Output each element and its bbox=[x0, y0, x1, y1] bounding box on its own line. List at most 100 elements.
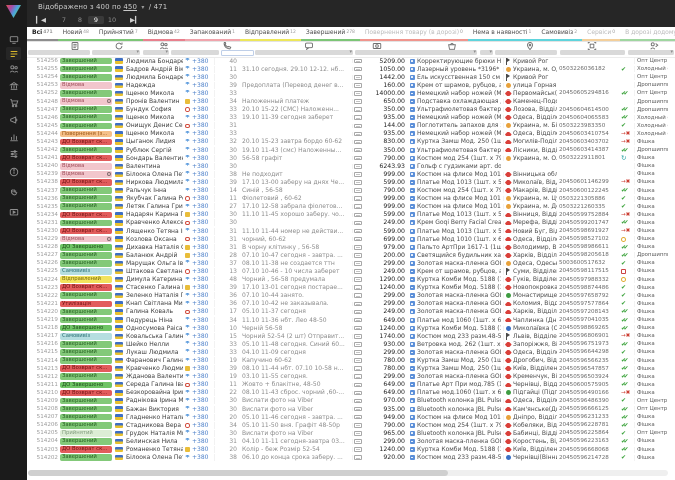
tracking-number[interactable]: 0503223983350 bbox=[559, 123, 621, 129]
product-name[interactable]: Пальто АртПри 1617-1 (1шт. х 9... bbox=[417, 244, 501, 251]
client-name[interactable]: Стадникова Вера В... bbox=[126, 422, 183, 429]
order-status-badge[interactable]: Завершений bbox=[60, 147, 112, 154]
displayed-range-value[interactable]: 450 bbox=[123, 3, 137, 11]
video-icon[interactable] bbox=[6, 205, 21, 218]
product-name[interactable]: Ветровка мод. 262 (1шт. х 930.... bbox=[417, 341, 501, 348]
order-status-badge[interactable]: ДО Возврат ск... bbox=[60, 212, 112, 219]
product-name[interactable]: Bluetooth колонка JBL Pulse 3 (... bbox=[417, 430, 501, 437]
order-row[interactable]: 514246ЗавершенийІщенко Микола*+3803319.1… bbox=[28, 114, 675, 122]
tracking-number[interactable]: 20450596225864 bbox=[559, 430, 621, 436]
delivery-city[interactable]: Одеса, Відділен... bbox=[513, 349, 557, 356]
order-row[interactable]: 514242ЗавершенийРублюк Сергій*+3803019.1… bbox=[28, 146, 675, 154]
delivery-city[interactable]: Вінницька обл. ... bbox=[513, 171, 557, 178]
orders-list-icon[interactable] bbox=[6, 47, 21, 60]
delivery-city[interactable]: Украина, м. Оде... bbox=[513, 66, 557, 73]
manager-note[interactable]: 07.10 10-44 занято. bbox=[242, 292, 352, 299]
delivery-city[interactable]: Бабинці, Відділ... bbox=[513, 430, 557, 437]
delivery-city[interactable]: Вінниця, Відділ... bbox=[513, 211, 557, 218]
product-name[interactable]: Платье Мод 1010 (1шт. х 699.0... bbox=[417, 236, 501, 243]
manager-note[interactable]: 05.10 11-48 сегодня. Синий 60... bbox=[242, 341, 352, 348]
client-name[interactable]: Якубчак Галина Ром... bbox=[126, 195, 183, 202]
tab-самовивіз[interactable]: Самовивіз2 bbox=[536, 27, 582, 41]
delivery-city[interactable]: Макарів, Відділ... bbox=[513, 187, 557, 194]
client-phone-link[interactable]: +380 bbox=[192, 276, 214, 283]
order-status-badge[interactable]: ДО Возврат ск... bbox=[60, 446, 112, 453]
product-name[interactable]: Ультрафиолетовая бактерици... bbox=[417, 147, 501, 154]
client-phone-link[interactable]: +380 bbox=[192, 138, 214, 145]
client-name[interactable]: Безкоровайна Ірина bbox=[126, 389, 183, 396]
delivery-city[interactable]: Миколаївка (Од... bbox=[513, 325, 557, 332]
column-filter-input-4[interactable] bbox=[221, 50, 254, 56]
client-name[interactable]: Марущак Ольга Іва... bbox=[126, 260, 183, 267]
order-status-badge[interactable]: ДО Завершено bbox=[60, 325, 112, 332]
delivery-city[interactable]: Первомайськ(... bbox=[513, 90, 557, 97]
client-name[interactable]: Лященко Тетяна Іва... bbox=[126, 228, 183, 235]
tracking-number[interactable]: 20450599201747 bbox=[559, 220, 621, 226]
order-row[interactable]: 514235ЗавершенийЛетяк Галина Григо...*+3… bbox=[28, 203, 675, 211]
tracking-number[interactable]: 20450605294816 bbox=[559, 90, 621, 96]
client-phone-link[interactable]: +380 bbox=[192, 58, 214, 65]
client-phone-link[interactable]: +380 bbox=[192, 414, 214, 421]
client-phone-link[interactable]: +380 bbox=[192, 74, 214, 81]
tracking-number[interactable]: 20450597988332 bbox=[559, 277, 621, 283]
order-row[interactable]: 514215ЗавершенийЛукаш Людмила*+3803304.1… bbox=[28, 348, 675, 356]
delivery-city[interactable]: Володимир, Від... bbox=[513, 244, 557, 251]
client-name[interactable]: Людмила Бондарен... bbox=[126, 58, 183, 65]
order-row[interactable]: 514221УтилізаціяКнап Світлана Миха...*+3… bbox=[28, 300, 675, 308]
order-status-badge[interactable]: Завершений bbox=[60, 114, 112, 121]
delivery-city[interactable]: Кам'янське(Дні... bbox=[513, 406, 557, 413]
manager-note[interactable]: 08.10 11-38 не создается ттн bbox=[242, 260, 352, 267]
manager-note[interactable]: Наложенный платеж bbox=[242, 98, 352, 105]
manager-note[interactable]: 07.10 10-47 сегодня - завтра. ... bbox=[242, 252, 352, 259]
column-header-people-icon[interactable] bbox=[158, 41, 170, 50]
tab-всі[interactable]: Всі471 bbox=[27, 27, 58, 41]
manager-note[interactable]: Не подходит bbox=[242, 171, 352, 178]
order-row[interactable]: 514227ЗавершенийБаланюк Андрій+3802807.1… bbox=[28, 251, 675, 259]
manager-note[interactable]: В чорну клітинку , 56-58 bbox=[242, 244, 352, 251]
tracking-number[interactable]: 20450603410754 bbox=[559, 131, 621, 137]
order-row[interactable]: 514240ВідмоваВалентина*+380306243.93Голь… bbox=[28, 162, 675, 170]
delivery-city[interactable]: Чернівці, Відділ... bbox=[513, 381, 557, 388]
order-status-badge[interactable]: Завершений bbox=[60, 373, 112, 380]
manager-note[interactable]: Жовто + блакітне, 48-50 bbox=[242, 381, 352, 388]
order-status-badge[interactable]: Завершений bbox=[60, 66, 112, 73]
order-row[interactable]: 514230ДО Возврат ск...Лященко Тетяна Іва… bbox=[28, 227, 675, 235]
client-name[interactable]: Дихавка Наталія Си... bbox=[126, 244, 183, 251]
tab-новий[interactable]: Новий48 bbox=[58, 27, 94, 41]
delivery-city[interactable]: Монастирище, ... bbox=[513, 292, 557, 299]
client-phone-link[interactable]: +380 bbox=[192, 260, 214, 267]
tracking-number[interactable]: 20450596566235 bbox=[559, 358, 621, 364]
tracking-number[interactable]: 20450600575905 bbox=[559, 382, 621, 388]
order-row[interactable]: 514252ЗавершенийІщенко Микола*+380331400… bbox=[28, 89, 675, 97]
product-name[interactable]: Подставка охлаждающая для н... bbox=[417, 98, 501, 105]
order-row[interactable]: 514231ЗавершенийКравченко Алексей+380302… bbox=[28, 219, 675, 227]
client-phone-link[interactable]: +380 bbox=[192, 333, 214, 340]
tab-прийнятий[interactable]: Прийнятий7 bbox=[94, 27, 143, 41]
manager-note[interactable]: 56-58 графіт bbox=[242, 155, 352, 162]
product-name[interactable]: Золотая маска-пленка GOLD C... bbox=[417, 300, 501, 307]
first-page-button[interactable]: ▎◀ bbox=[36, 16, 46, 24]
client-name[interactable]: Педурець Ніна bbox=[126, 317, 183, 324]
order-row[interactable]: 514202ЗавершенийБілоока Олена Петр...*+3… bbox=[28, 454, 675, 462]
order-row[interactable]: 514209ЗавершенийРаднікова Ірина Ми...*+3… bbox=[28, 397, 675, 405]
client-phone-link[interactable]: +380 bbox=[192, 252, 214, 259]
client-phone-link[interactable]: +380 bbox=[192, 317, 214, 324]
delivery-city[interactable]: Кобеляки, Відді... bbox=[513, 422, 557, 429]
product-name[interactable]: Крем от шрамов, рубцов, акне, ... bbox=[417, 82, 501, 89]
product-name[interactable]: Костюм на флисе Мод 1014 (1ш... bbox=[417, 171, 501, 178]
manager-note[interactable]: 03.10 11-55 сегодня. bbox=[242, 373, 352, 380]
delivery-city[interactable]: Гуків, Відділенн... bbox=[513, 276, 557, 283]
order-status-badge[interactable]: Завершений bbox=[60, 309, 112, 316]
order-row[interactable]: 514234ДО Возврат ск...Надарян Карина Гв.… bbox=[28, 211, 675, 219]
tracking-number[interactable]: 20450596806901 bbox=[559, 333, 621, 339]
filter-caret-icon[interactable]: ▾ bbox=[136, 49, 139, 55]
delivery-city[interactable]: Коростень, Від... bbox=[513, 438, 557, 445]
client-name[interactable]: Валентина bbox=[126, 163, 183, 170]
client-name[interactable]: Надарян Карина Гв... bbox=[126, 211, 183, 218]
order-row[interactable]: 514248ВідмоваПронів Валентин+38034Наложе… bbox=[28, 97, 675, 105]
order-row[interactable]: 514223ДО Возврат ск...Стасенко Галина Ви… bbox=[28, 284, 675, 292]
filter-caret-icon[interactable]: ▾ bbox=[165, 49, 168, 55]
delivery-city[interactable]: Львів, Відділен... bbox=[513, 333, 557, 340]
column-header-chat-icon[interactable] bbox=[303, 41, 315, 50]
delivery-city[interactable]: Кривой Рог bbox=[513, 58, 557, 65]
